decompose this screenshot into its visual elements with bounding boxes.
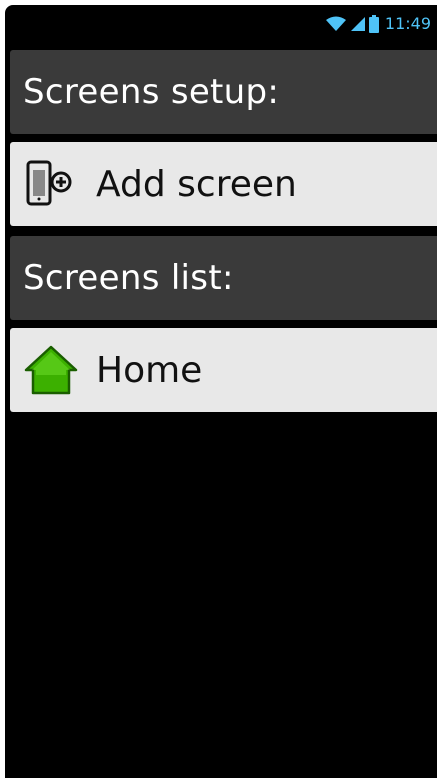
wifi-icon [325,16,346,31]
add-screen-label: Add screen [96,163,297,205]
home-icon [22,344,84,396]
status-time: 11:49 [384,14,431,33]
add-phone-icon [22,160,84,208]
status-bar: 11:49 [5,5,437,42]
screens-setup-header: Screens setup: [10,50,437,134]
device-screen: 11:49 Screens setup: Add screen Screens … [5,5,437,778]
status-icons [325,14,379,33]
screens-list-header: Screens list: [10,236,437,320]
signal-icon [350,16,365,31]
screen-item-label: Home [96,349,203,391]
battery-icon [368,14,379,33]
add-screen-button[interactable]: Add screen [10,142,437,226]
screens-setup-title: Screens setup: [23,72,280,112]
screen-item-home[interactable]: Home [10,328,437,412]
screens-list-title: Screens list: [23,258,234,298]
